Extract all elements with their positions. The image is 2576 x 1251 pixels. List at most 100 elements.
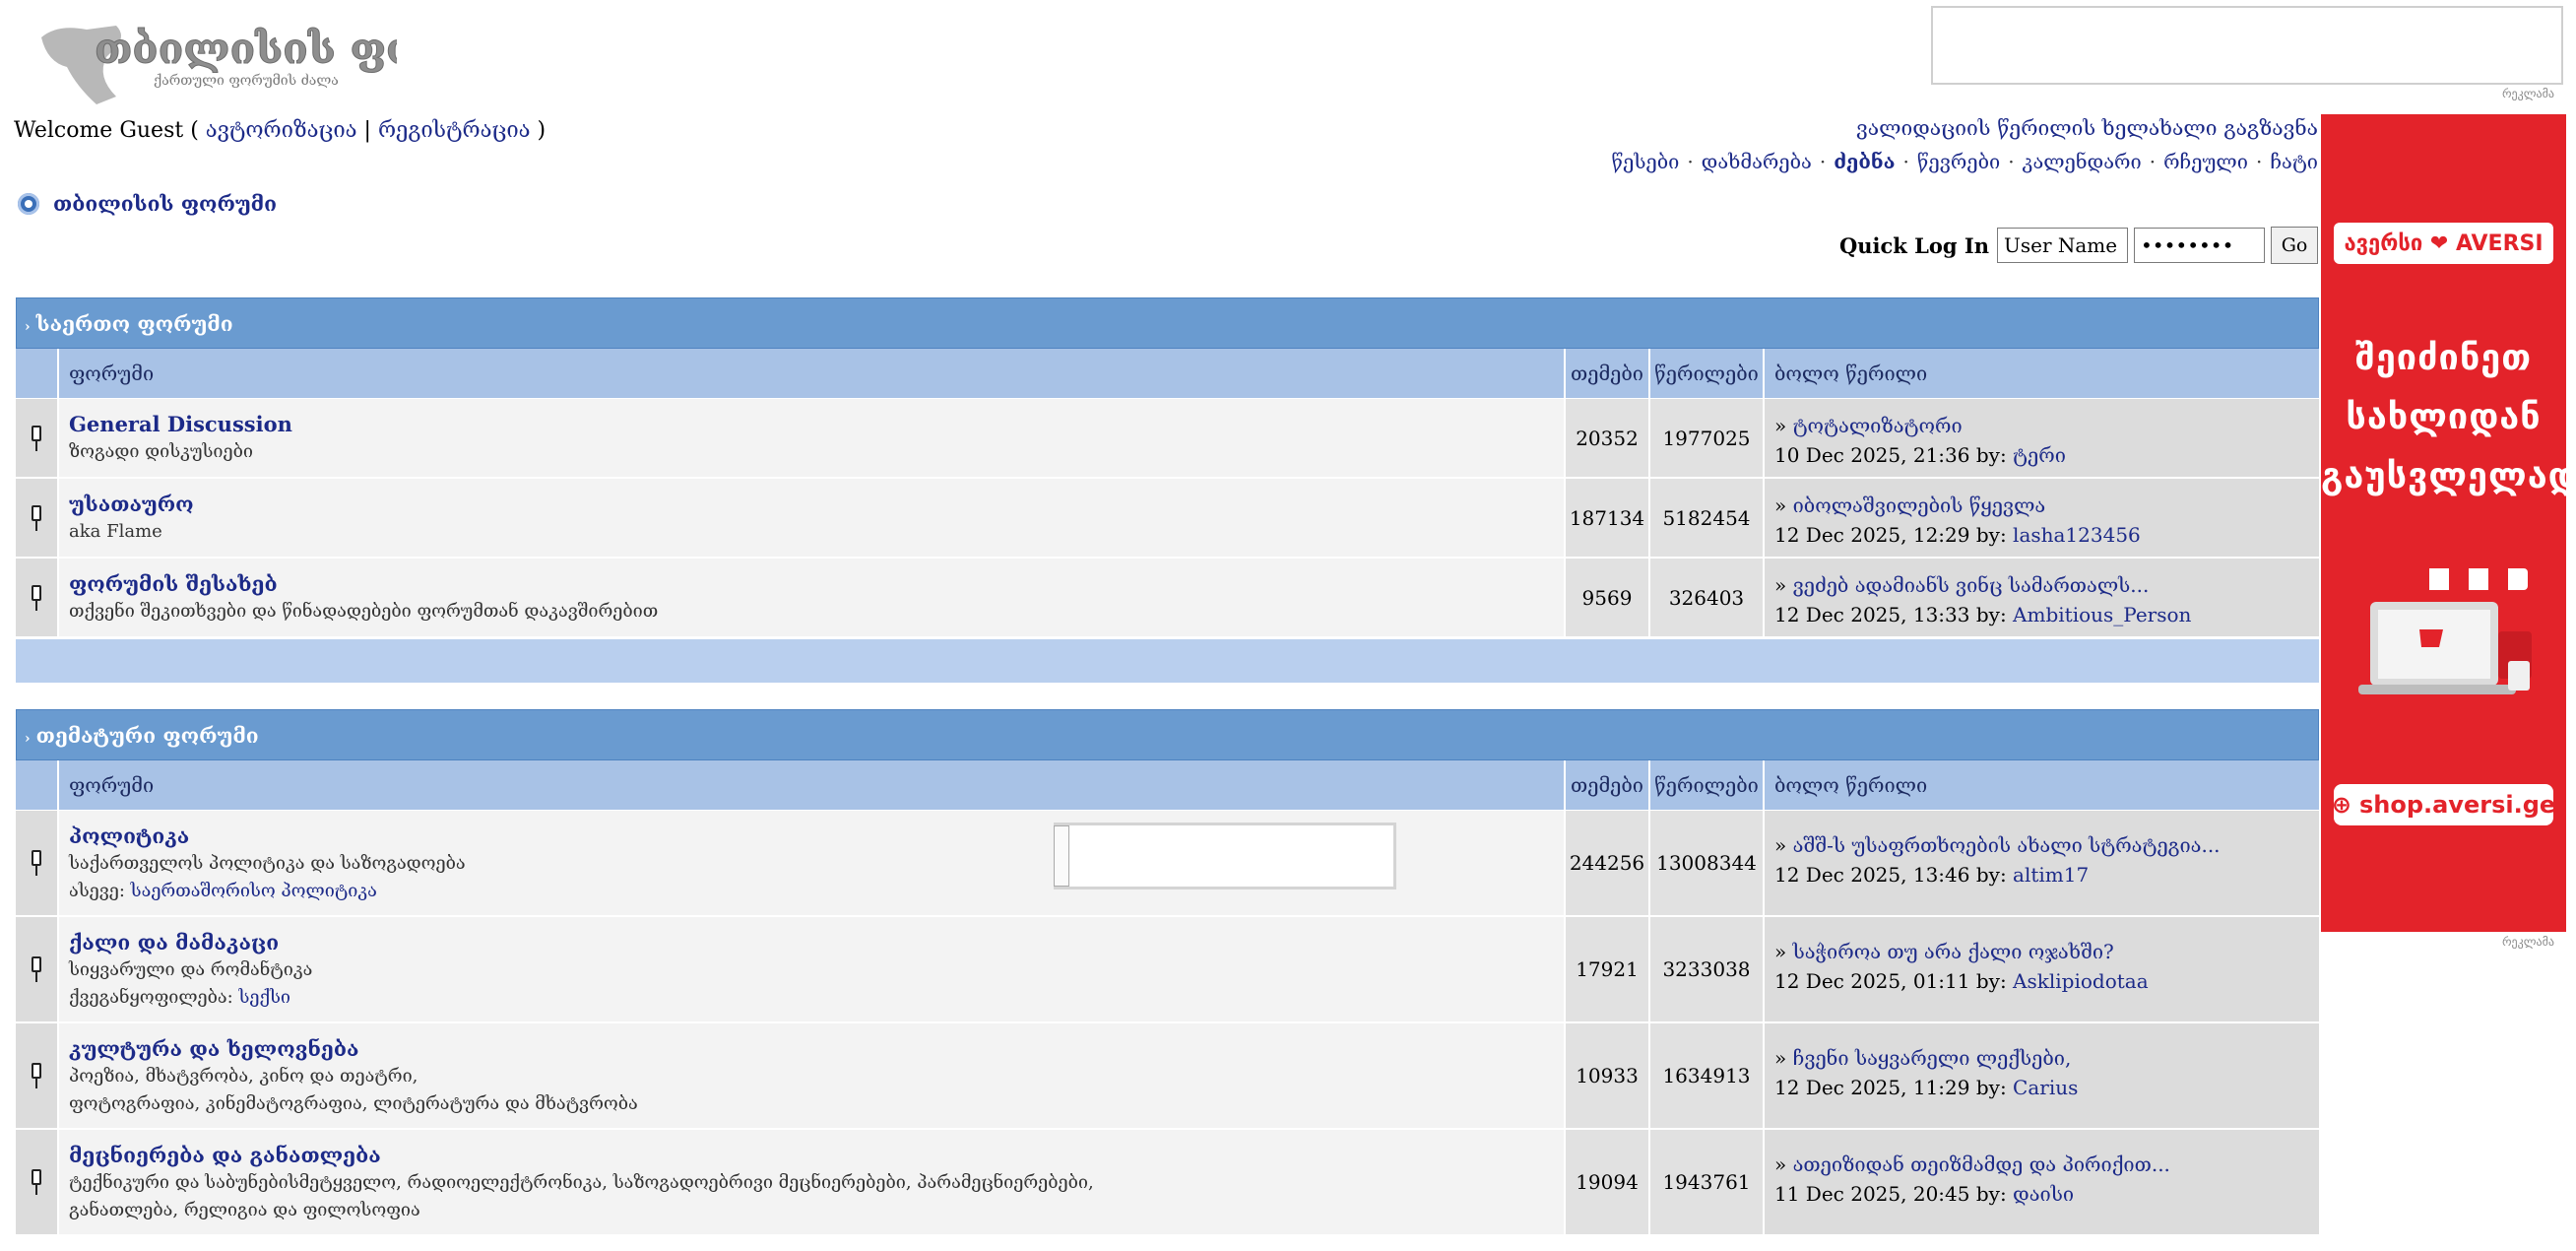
forum-status-icon-cell [16, 479, 59, 557]
last-post-user-link[interactable]: Carius [2013, 1076, 2078, 1099]
forum-status-icon [30, 504, 43, 531]
resend-validation-link[interactable]: ვალიდაციის წერილის ხელახალი გაგზავნა [1856, 116, 2318, 140]
login-go-button[interactable]: Go [2271, 227, 2318, 264]
forum-row: ქალი და მამაკაცი სიყვარული და რომანტიკა … [16, 917, 2319, 1023]
column-icon-spacer [16, 349, 59, 398]
last-post-date: 12 Dec 2025, 13:33 by: [1774, 603, 2014, 626]
nav-members[interactable]: წევრები [1917, 150, 2000, 173]
nav-help[interactable]: დახმარება [1702, 150, 1812, 173]
subforum-link[interactable]: საერთაშორისო პოლიტიკა [131, 881, 377, 901]
nav-separator: · [1687, 150, 1694, 173]
last-post-user-link[interactable]: altim17 [2013, 863, 2089, 887]
forum-last-post: » ათეიზიდან თეიზმამდე და პირიქით... 11 D… [1765, 1130, 2319, 1234]
forum-info: მეცნიერება და განათლება ტექნიკური და საბ… [59, 1130, 1566, 1234]
column-header-row: ფორუმი თემები წერილები ბოლო წერილი [16, 760, 2319, 811]
last-post-title-link[interactable]: ტოტალიზატორი [1793, 414, 1963, 437]
nav-favorites[interactable]: რჩეული [2163, 150, 2248, 173]
category-title: საერთო ფორუმი [35, 311, 233, 336]
column-topics: თემები [1566, 349, 1650, 398]
forum-topics-count: 244256 [1566, 811, 1650, 915]
forum-description: aka Flame [69, 521, 162, 542]
last-post-title-link[interactable]: აშშ-ს უსაფრთხოების ახალი სტრატეგია... [1793, 833, 2221, 857]
last-post-title-link[interactable]: საჭიროა თუ არა ქალი ოჯახში? [1793, 940, 2114, 963]
last-post-date: 12 Dec 2025, 01:11 by: [1774, 969, 2014, 993]
column-header-row: ფორუმი თემები წერილები ბოლო წერილი [16, 349, 2319, 399]
forum-row: უსათაურო aka Flame 187134 5182454 » იბოლ… [16, 479, 2319, 559]
ad-slogan: შეიძინეთ სახლიდან გაუსვლელად [2321, 329, 2576, 506]
globe-icon: ⊕ [2331, 791, 2351, 819]
nav-separator: · [1819, 150, 1827, 173]
forum-posts-count: 3233038 [1650, 917, 1765, 1021]
last-post-date: 12 Dec 2025, 11:29 by: [1774, 1076, 2014, 1099]
last-post-date: 11 Dec 2025, 20:45 by: [1774, 1182, 2014, 1206]
column-last-post: ბოლო წერილი [1774, 362, 1928, 385]
forum-description-line2: განათლება, რელიგია და ფილოსოფია [69, 1200, 420, 1220]
column-icon-spacer [16, 760, 59, 810]
ad-slogan-line: სახლიდან [2346, 397, 2542, 437]
last-post-user-link[interactable]: დაისი [2013, 1182, 2074, 1206]
nav-chat[interactable]: ჩატი [2270, 150, 2318, 173]
forum-posts-count: 1943761 [1650, 1130, 1765, 1234]
quick-login-label: Quick Log In [1838, 232, 1989, 258]
last-post-user-link[interactable]: Asklipiodotaa [2013, 969, 2149, 993]
last-post-title-link[interactable]: ათეიზიდან თეიზმამდე და პირიქით... [1793, 1152, 2170, 1176]
nav-calendar[interactable]: კალენდარი [2023, 150, 2142, 173]
welcome-line: Welcome Guest ( ავტორიზაცია | რეგისტრაცი… [14, 118, 546, 143]
password-input[interactable] [2134, 228, 2265, 263]
last-post-user-link[interactable]: lasha123456 [2013, 523, 2141, 547]
quick-login-form: Quick Log In Go [1839, 227, 2318, 264]
inline-ad-placeholder[interactable] [1054, 823, 1396, 889]
forum-posts-count: 13008344 [1650, 811, 1765, 915]
forum-home-icon [18, 192, 39, 215]
category-footer [16, 638, 2319, 683]
forum-title-link[interactable]: კულტურა და ხელოვნება [69, 1035, 1554, 1063]
forum-last-post: » აშშ-ს უსაფრთხოების ახალი სტრატეგია... … [1765, 811, 2319, 915]
forum-subforums: ქვეგანყოფილება: სექსი [69, 984, 1554, 1012]
column-topics: თემები [1566, 760, 1650, 810]
aversi-side-ad[interactable]: ავერსი ❤ AVERSI შეიძინეთ სახლიდან გაუსვლ… [2321, 114, 2576, 932]
last-post-title-link[interactable]: ვეძებ ადამიანს ვინც სამართალს... [1793, 573, 2150, 597]
forum-row: General Discussion ზოგადი დისკუსიები 203… [16, 399, 2319, 479]
forum-status-icon-cell [16, 917, 59, 1021]
top-navigation: წესები · დახმარება · ძებნა · წევრები · კალენდარი… [1611, 150, 2318, 173]
column-posts: წერილები [1650, 760, 1765, 810]
forum-title-link[interactable]: ფორუმის შესახებ [69, 570, 1554, 598]
last-post-title-link[interactable]: იბოლაშვილების წყევლა [1793, 494, 2046, 517]
forum-logo[interactable]: თბილისის ფორუმი ქართული ფორუმის ძალა [37, 18, 397, 108]
top-ad-label: რეკლამა [2502, 87, 2554, 100]
shop-url: shop.aversi.ge [2358, 791, 2556, 819]
nav-rules[interactable]: წესები [1611, 150, 1679, 173]
forum-title-link[interactable]: უსათაურო [69, 491, 1554, 518]
forum-title-link[interactable]: General Discussion [69, 411, 1554, 438]
category-arrow-icon: › [25, 319, 31, 335]
forum-title-link[interactable]: ქალი და მამაკაცი [69, 929, 1554, 956]
forum-description: პოეზია, მხატვრობა, კინო და თეატრი, [69, 1066, 419, 1086]
subforum-link[interactable]: სექსი [238, 987, 290, 1008]
login-link[interactable]: ავტორიზაცია [206, 118, 357, 143]
forum-title-link[interactable]: მეცნიერება და განათლება [69, 1142, 1554, 1169]
forum-status-icon-cell [16, 811, 59, 915]
category-thematic: › თემატური ფორუმი ფორუმი თემები წერილები … [16, 709, 2319, 1236]
forum-status-icon [30, 1063, 43, 1088]
register-link[interactable]: რეგისტრაცია [378, 118, 531, 143]
category-header[interactable]: › თემატური ფორუმი [16, 709, 2319, 760]
forum-last-post: » ჩვენი საყვარელი ლექსები, 12 Dec 2025, … [1765, 1023, 2319, 1128]
shop-aversi-link[interactable]: ⊕ shop.aversi.ge [2331, 784, 2556, 825]
forum-last-post: » ვეძებ ადამიანს ვინც სამართალს... 12 De… [1765, 559, 2319, 636]
category-header[interactable]: › საერთო ფორუმი [16, 297, 2319, 349]
aversi-logo: ავერსი ❤ AVERSI [2334, 223, 2553, 264]
nav-search[interactable]: ძებნა [1834, 150, 1895, 173]
forum-status-icon [30, 850, 43, 876]
laptop-shop-illustration [2358, 568, 2532, 694]
last-post-user-link[interactable]: ტერი [2013, 443, 2066, 467]
breadcrumb: თბილისის ფორუმი [18, 191, 277, 216]
last-post-user-link[interactable]: Ambitious_Person [2013, 603, 2191, 626]
forum-status-icon [30, 425, 43, 451]
username-input[interactable] [1997, 228, 2128, 263]
breadcrumb-home-link[interactable]: თბილისის ფორუმი [53, 191, 277, 216]
welcome-separator: | [356, 118, 378, 143]
forum-description: სიყვარული და რომანტიკა [69, 959, 313, 980]
last-post-title-link[interactable]: ჩვენი საყვარელი ლექსები, [1793, 1046, 2072, 1070]
top-ad-banner[interactable] [1931, 6, 2563, 85]
column-forum: ფორუმი [59, 760, 1566, 810]
